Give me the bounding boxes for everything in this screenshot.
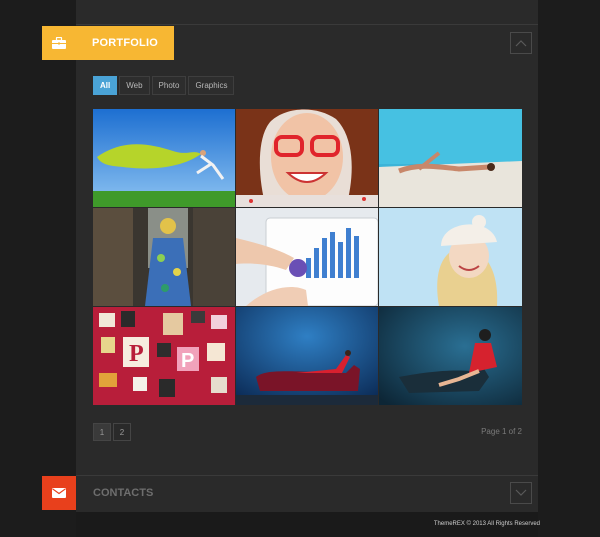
page-button-1[interactable]: 1	[93, 423, 111, 441]
filter-web[interactable]: Web	[119, 76, 150, 95]
collapse-button[interactable]	[510, 32, 532, 54]
svg-text:P: P	[129, 341, 144, 367]
portfolio-filters: All Web Photo Graphics	[93, 76, 235, 95]
section-title: PORTFOLIO	[76, 26, 174, 60]
footer-copyright: ThemeREX © 2013 All Rights Reserved	[433, 521, 540, 527]
portfolio-item[interactable]	[236, 208, 378, 306]
filter-photo[interactable]: Photo	[151, 76, 187, 95]
portfolio-item[interactable]	[236, 109, 378, 207]
portfolio-item[interactable]	[379, 208, 522, 306]
page-info: Page 1 of 2	[481, 427, 522, 436]
portfolio-item[interactable]	[93, 208, 235, 306]
filter-all[interactable]: All	[93, 76, 118, 95]
envelope-icon	[42, 476, 76, 510]
section-title: CONTACTS	[93, 487, 154, 499]
page-button-2[interactable]: 2	[113, 423, 131, 441]
contacts-header[interactable]: CONTACTS	[42, 476, 153, 510]
svg-text:P: P	[181, 350, 194, 372]
briefcase-icon	[42, 26, 76, 60]
portfolio-item[interactable]	[379, 109, 522, 207]
divider	[76, 24, 538, 25]
expand-button[interactable]	[510, 482, 532, 504]
portfolio-header[interactable]: PORTFOLIO	[42, 26, 174, 60]
filter-graphics[interactable]: Graphics	[188, 76, 235, 95]
pagination: 1 2	[93, 423, 131, 441]
portfolio-item[interactable]	[93, 109, 235, 207]
portfolio-item[interactable]: P P	[93, 307, 235, 405]
chevron-up-icon	[515, 40, 527, 47]
portfolio-grid: P P	[93, 109, 522, 407]
portfolio-item[interactable]	[379, 307, 522, 405]
portfolio-item[interactable]	[236, 307, 378, 405]
right-sidebar-strip	[538, 0, 600, 537]
chevron-down-icon	[515, 489, 527, 496]
left-sidebar-strip	[0, 0, 76, 537]
